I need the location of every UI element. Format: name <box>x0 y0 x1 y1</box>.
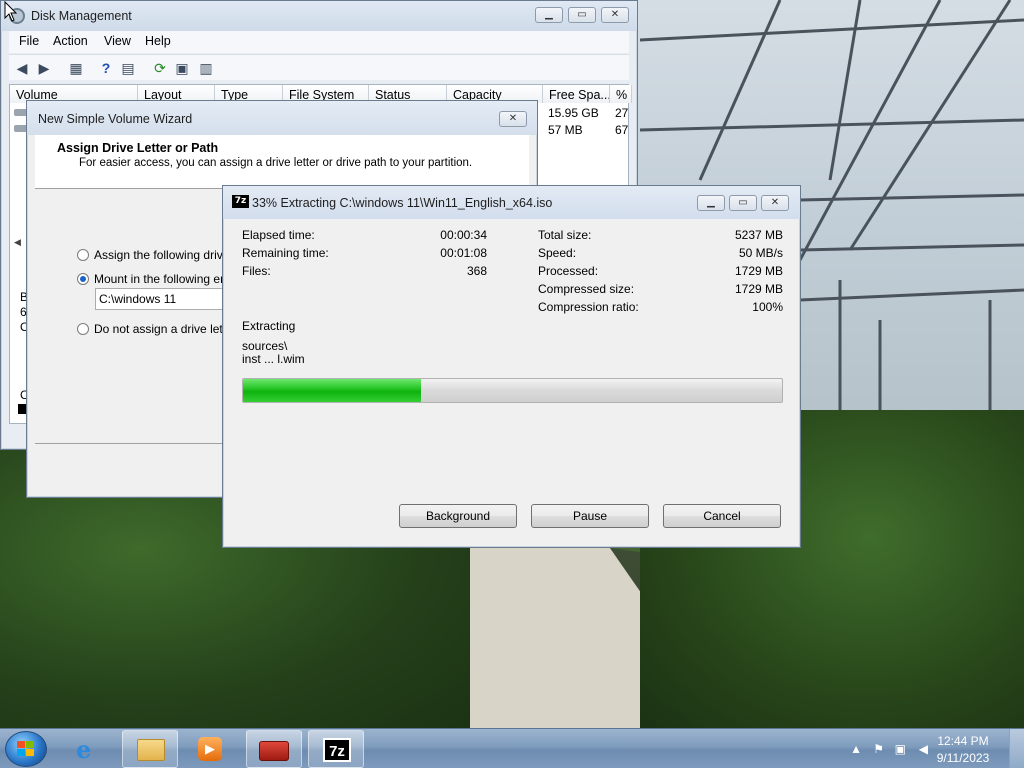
option-assign-drive-letter[interactable]: Assign the following drive le <box>77 248 242 262</box>
free-space-cell: 57 MB <box>548 123 583 137</box>
menu-file[interactable]: File <box>19 34 39 48</box>
free-space-cell: 15.95 GB <box>548 106 599 120</box>
7zip-title: 33% Extracting C:\windows 11\Win11_Engli… <box>252 196 553 210</box>
toolbox-icon <box>259 741 289 761</box>
taskbar: e ▶ 7z ▲ ⚑ ▣ ◀ 12:44 PM 9/11/2023 <box>0 728 1024 768</box>
cancel-button[interactable]: Cancel <box>663 504 781 528</box>
minimize-button[interactable]: ▁ <box>697 195 725 211</box>
action-center-icon[interactable]: ⚑ <box>873 742 884 756</box>
column-free-space[interactable]: Free Spa... <box>543 85 610 103</box>
radio-no-drive-letter[interactable] <box>77 323 89 335</box>
option-mount-folder[interactable]: Mount in the following empt <box>77 272 240 286</box>
percent-free-cell: 67 <box>615 123 629 137</box>
disk-properties-icon[interactable]: ▥ <box>197 59 215 77</box>
wizard-heading: Assign Drive Letter or Path <box>57 141 219 155</box>
help-icon[interactable]: ? <box>97 59 115 77</box>
minimize-button[interactable]: ▁ <box>535 7 563 23</box>
close-button[interactable]: ✕ <box>761 195 789 211</box>
pause-button[interactable]: Pause <box>531 504 649 528</box>
option-no-drive-letter[interactable]: Do not assign a drive letter <box>77 322 237 336</box>
background-button[interactable]: Background <box>399 504 517 528</box>
wizard-subheading: For easier access, you can assign a driv… <box>79 157 473 169</box>
compression-ratio-label: Compression ratio: <box>538 300 639 314</box>
remaining-time-value: 00:01:08 <box>440 246 487 260</box>
title-bar[interactable]: Disk Management ▁ ▭ ✕ <box>1 1 637 31</box>
clock-date[interactable]: 9/11/2023 <box>928 751 998 765</box>
total-size-label: Total size: <box>538 228 592 242</box>
volume-muted-icon[interactable]: ◀ <box>919 742 928 756</box>
clock-time[interactable]: 12:44 PM <box>928 734 998 748</box>
windows-logo-icon <box>17 741 34 756</box>
start-button[interactable] <box>5 731 47 767</box>
taskbar-internet-explorer[interactable]: e <box>62 730 118 768</box>
maximize-button[interactable]: ▭ <box>729 195 757 211</box>
compressed-size-label: Compressed size: <box>538 282 635 296</box>
radio-assign-drive-letter[interactable] <box>77 249 89 261</box>
toolbar: ◀ ▶ ▦ ? ▤ ⟳ ▣ ▥ <box>9 54 629 80</box>
taskbar-7zip[interactable]: 7z <box>308 730 364 768</box>
current-file: inst ... l.wim <box>242 352 305 366</box>
show-hidden-icons-icon[interactable]: ▲ <box>850 742 862 756</box>
wizard-title: New Simple Volume Wizard <box>38 112 193 126</box>
maximize-button[interactable]: ▭ <box>568 7 596 23</box>
wizard-header: Assign Drive Letter or Path For easier a… <box>35 135 529 189</box>
show-desktop-button[interactable] <box>1009 729 1024 768</box>
internet-explorer-icon: e <box>76 735 92 764</box>
elapsed-time-value: 00:00:34 <box>440 228 487 242</box>
processed-value: 1729 MB <box>734 264 783 278</box>
total-size-value: 5237 MB <box>734 228 783 242</box>
7zip-title-bar[interactable]: 7z 33% Extracting C:\windows 11\Win11_En… <box>223 186 800 219</box>
files-label: Files: <box>242 264 271 278</box>
menu-bar: File Action View Help <box>9 31 629 53</box>
option-label: Do not assign a drive letter <box>94 322 237 336</box>
taskbar-windows-explorer[interactable] <box>122 730 178 768</box>
processed-label: Processed: <box>538 264 599 278</box>
extraction-progress-bar <box>242 378 783 403</box>
menu-help[interactable]: Help <box>145 34 171 48</box>
speed-label: Speed: <box>538 246 577 260</box>
option-label: Mount in the following empt <box>94 272 241 286</box>
menu-action[interactable]: Action <box>53 34 88 48</box>
operation-status: Extracting <box>242 319 296 333</box>
mouse-cursor-icon <box>4 1 18 22</box>
files-value: 368 <box>466 264 487 278</box>
remaining-time-label: Remaining time: <box>242 246 329 260</box>
taskbar-toolbox[interactable] <box>246 730 302 768</box>
refresh-icon[interactable]: ⟳ <box>151 59 169 77</box>
percent-free-cell: 27 <box>615 106 629 120</box>
close-button[interactable]: ✕ <box>601 7 629 23</box>
7zip-logo-icon: 7z <box>232 195 249 208</box>
current-path: sources\ <box>242 339 288 353</box>
taskbar-media-player[interactable]: ▶ <box>182 730 238 768</box>
window-title: Disk Management <box>31 9 132 23</box>
properties-icon[interactable]: ▤ <box>119 59 137 77</box>
7zip-progress-window: 7z 33% Extracting C:\windows 11\Win11_En… <box>222 185 801 548</box>
forward-icon[interactable]: ▶ <box>35 59 53 77</box>
menu-view[interactable]: View <box>104 34 131 48</box>
column-percent-free[interactable]: % F <box>610 85 632 103</box>
speed-value: 50 MB/s <box>738 246 783 260</box>
7zip-icon: 7z <box>323 738 351 762</box>
rescan-disks-icon[interactable]: ▣ <box>173 59 191 77</box>
elapsed-time-label: Elapsed time: <box>242 228 315 242</box>
compressed-size-value: 1729 MB <box>734 282 783 296</box>
network-icon[interactable]: ▣ <box>895 742 906 756</box>
wizard-close-button[interactable]: ✕ <box>499 111 527 127</box>
compression-ratio-value: 100% <box>752 300 783 314</box>
scroll-left-arrow[interactable]: ◀ <box>14 237 21 248</box>
media-player-icon: ▶ <box>198 737 222 761</box>
windows-explorer-icon <box>137 739 165 761</box>
wizard-title-bar[interactable]: New Simple Volume Wizard ✕ <box>27 101 537 135</box>
console-tree-icon[interactable]: ▦ <box>67 59 85 77</box>
progress-fill <box>243 379 421 402</box>
radio-mount-folder[interactable] <box>77 273 89 285</box>
back-icon[interactable]: ◀ <box>13 59 31 77</box>
option-label: Assign the following drive le <box>94 248 243 262</box>
